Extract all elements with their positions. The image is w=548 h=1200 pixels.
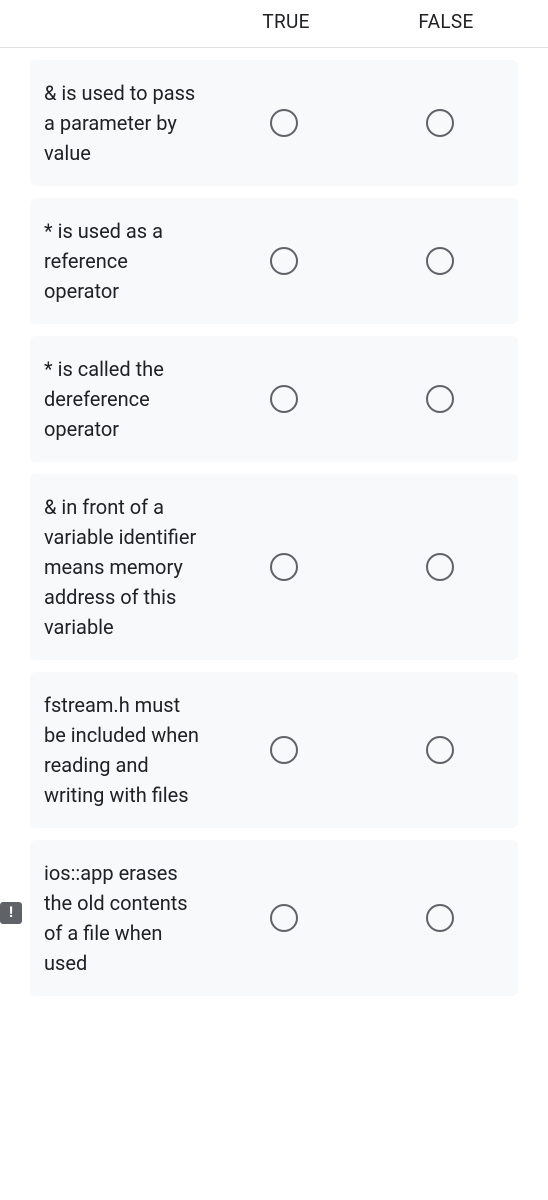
radio-true[interactable] (270, 385, 298, 413)
column-header-true: TRUE (206, 8, 366, 37)
column-header-row: TRUE FALSE (0, 0, 548, 48)
question-row: fstream.h must be included when reading … (30, 672, 518, 828)
radio-false[interactable] (426, 109, 454, 137)
radio-true[interactable] (270, 553, 298, 581)
radio-cell-false (362, 553, 518, 581)
radio-cell-true (206, 385, 362, 413)
radio-false[interactable] (426, 904, 454, 932)
radio-cell-true (206, 904, 362, 932)
question-text: fstream.h must be included when reading … (44, 690, 206, 810)
radio-cell-true (206, 109, 362, 137)
alert-icon (0, 902, 22, 924)
question-text: & is used to pass a parameter by value (44, 78, 206, 168)
radio-cell-false (362, 904, 518, 932)
radio-cell-false (362, 247, 518, 275)
radio-cell-false (362, 385, 518, 413)
radio-cell-false (362, 736, 518, 764)
radio-cell-true (206, 247, 362, 275)
questions-container: & is used to pass a parameter by value *… (0, 48, 548, 996)
radio-true[interactable] (270, 247, 298, 275)
radio-false[interactable] (426, 385, 454, 413)
radio-false[interactable] (426, 553, 454, 581)
radio-true[interactable] (270, 736, 298, 764)
question-row: * is called the dereference operator (30, 336, 518, 462)
question-row: ios::app erases the old contents of a fi… (30, 840, 518, 996)
radio-true[interactable] (270, 904, 298, 932)
radio-cell-true (206, 553, 362, 581)
radio-false[interactable] (426, 247, 454, 275)
question-row: * is used as a reference operator (30, 198, 518, 324)
radio-true[interactable] (270, 109, 298, 137)
column-header-false: FALSE (366, 8, 526, 37)
question-text: & in front of a variable identifier mean… (44, 492, 206, 642)
radio-cell-true (206, 736, 362, 764)
question-text: ios::app erases the old contents of a fi… (44, 858, 206, 978)
question-row: & is used to pass a parameter by value (30, 60, 518, 186)
radio-cell-false (362, 109, 518, 137)
question-text: * is called the dereference operator (44, 354, 206, 444)
question-row: & in front of a variable identifier mean… (30, 474, 518, 660)
question-text: * is used as a reference operator (44, 216, 206, 306)
radio-false[interactable] (426, 736, 454, 764)
